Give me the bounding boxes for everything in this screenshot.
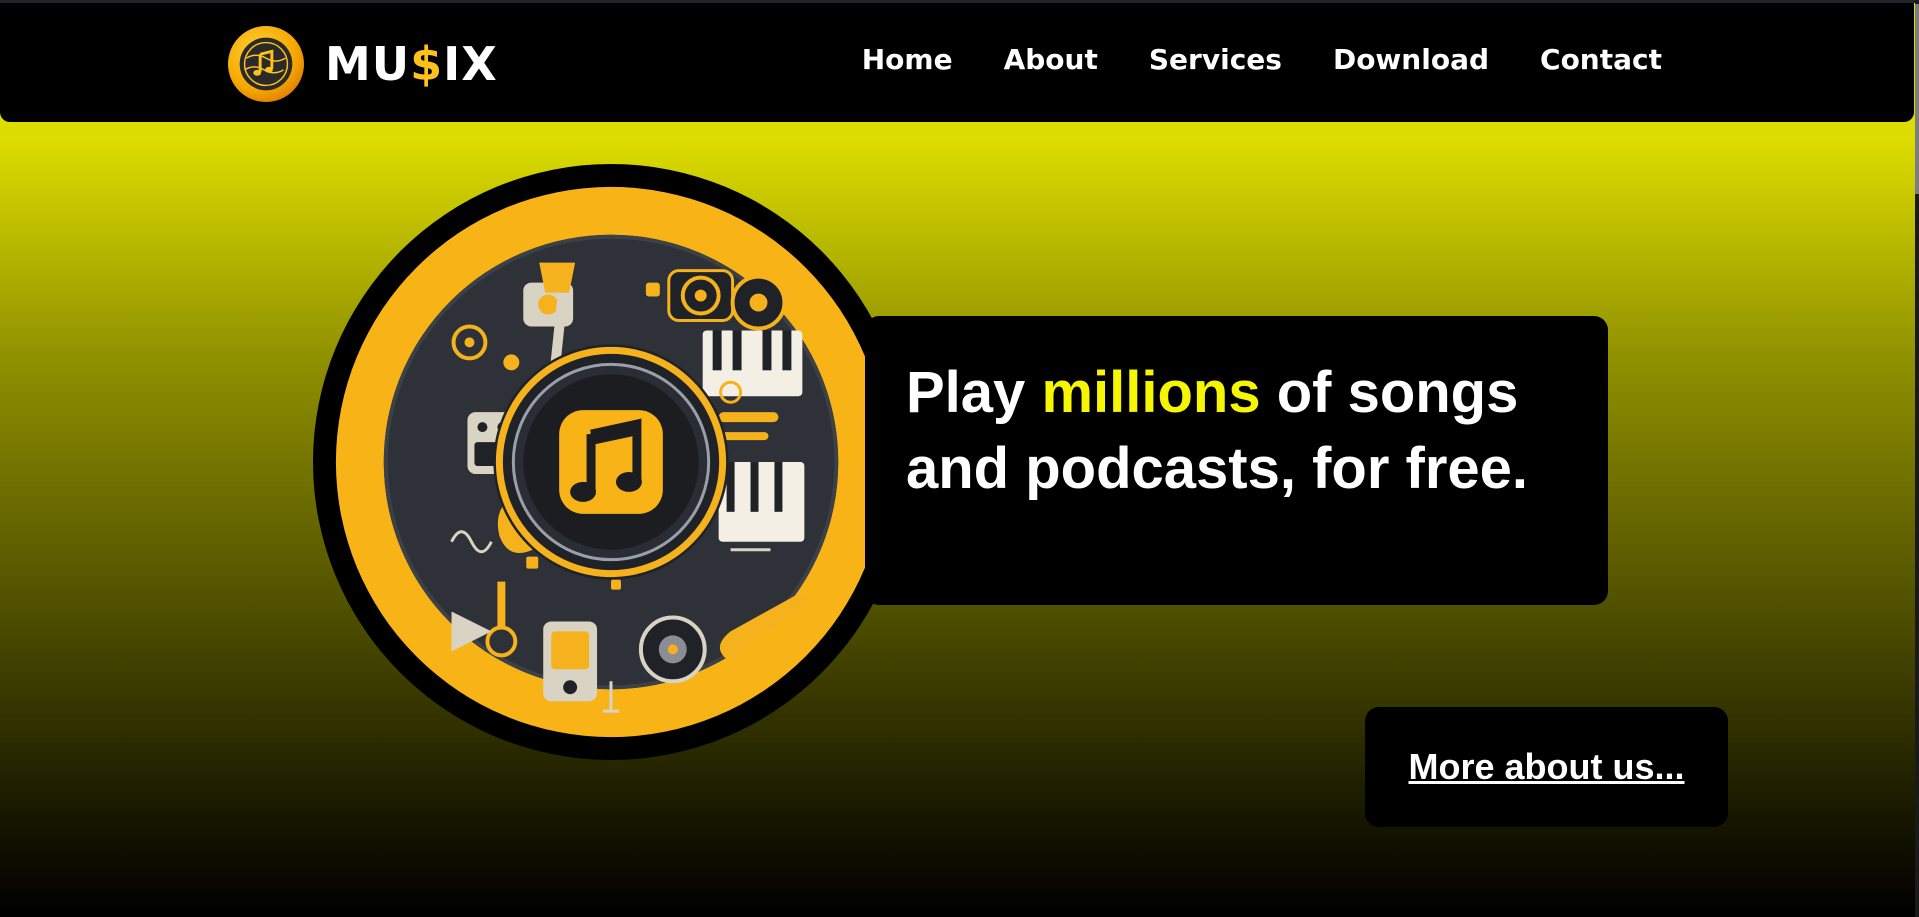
headline-part-1: Play	[906, 360, 1042, 425]
brand-name-dollar: $	[410, 37, 444, 91]
nav-services[interactable]: Services	[1149, 43, 1282, 76]
brand-name-suffix: IX	[443, 37, 498, 91]
headline-highlight: millions	[1041, 360, 1261, 425]
nav-download[interactable]: Download	[1333, 43, 1489, 76]
more-about-panel: More about us...	[1365, 707, 1728, 827]
navbar: MU$IX Home About Services Download Conta…	[0, 3, 1914, 122]
brand-name: MU$IX	[325, 37, 498, 91]
scrollbar-thumb[interactable]	[1915, 4, 1919, 194]
nav-contact[interactable]: Contact	[1540, 43, 1662, 76]
brand[interactable]: MU$IX	[227, 25, 498, 103]
music-disc-logo-icon	[227, 25, 305, 103]
main-nav: Home About Services Download Contact	[862, 43, 1662, 76]
music-instruments-disc-illustration	[312, 163, 910, 761]
nav-home[interactable]: Home	[862, 43, 953, 76]
page-scrollbar[interactable]	[1915, 0, 1919, 917]
nav-about[interactable]: About	[1004, 43, 1098, 76]
brand-name-prefix: MU	[325, 37, 411, 91]
more-about-us-link[interactable]: More about us...	[1408, 746, 1684, 788]
hero-headline: Play millions of songs and podcasts, for…	[906, 355, 1586, 507]
